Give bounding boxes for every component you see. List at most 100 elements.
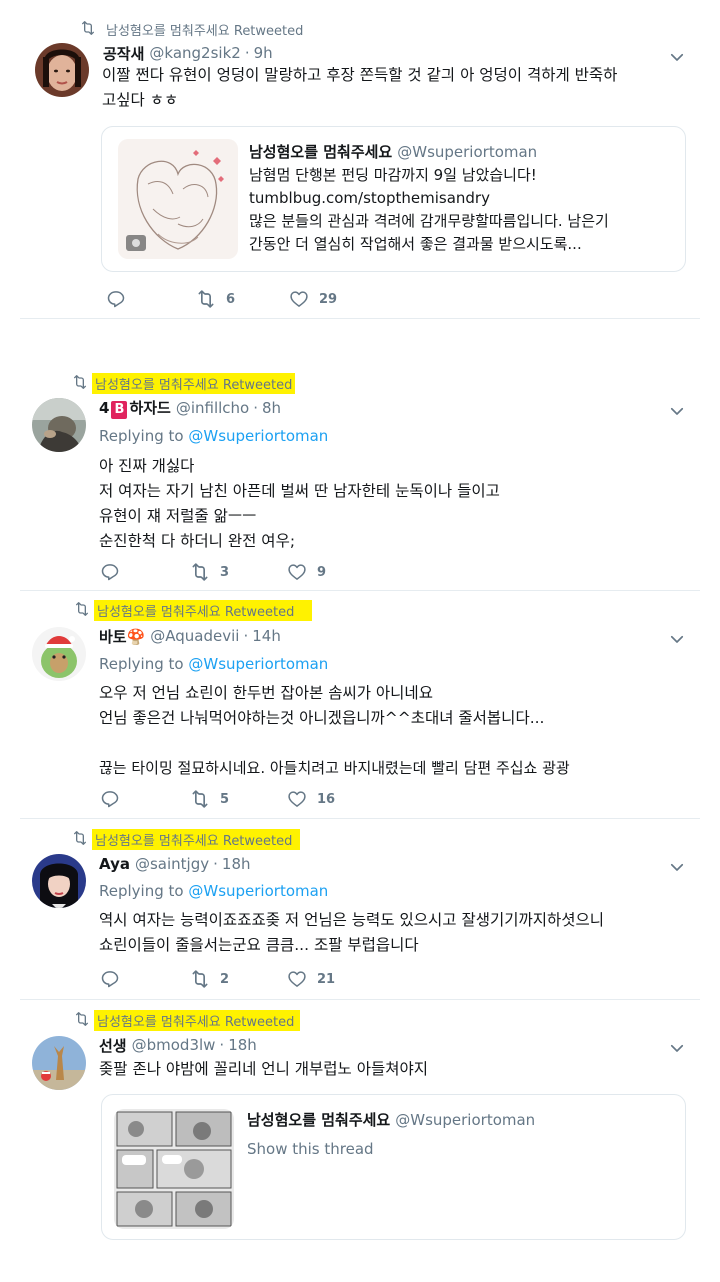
- chevron-down-icon[interactable]: [668, 402, 686, 420]
- retweeted-indicator: 남성혐오를 멈춰주세요 Retweeted: [94, 1009, 301, 1031]
- timestamp[interactable]: 8h: [262, 399, 281, 417]
- retweeted-label: 남성혐오를 멈춰주세요 Retweeted: [94, 1009, 301, 1031]
- like-button[interactable]: 9: [287, 562, 326, 582]
- avatar[interactable]: [32, 1036, 86, 1090]
- retweet-button[interactable]: 2: [190, 969, 229, 989]
- avatar[interactable]: [32, 627, 86, 681]
- card-user-handle: @Wsuperiortoman: [395, 1111, 536, 1129]
- avatar[interactable]: [32, 854, 86, 908]
- retweet-button[interactable]: 5: [190, 789, 229, 809]
- display-name[interactable]: 공작새: [103, 43, 144, 64]
- heart-icon: [287, 969, 307, 989]
- chevron-down-icon[interactable]: [668, 630, 686, 648]
- retweet-icon: [74, 601, 90, 617]
- chevron-down-icon[interactable]: [668, 858, 686, 876]
- separator-dot: ·: [219, 1036, 225, 1054]
- reply-button[interactable]: [106, 289, 126, 309]
- tweet-text-line: 좆팔 존나 야밤에 꼴리네 언니 개부럽노 아들쳐야지: [99, 1060, 429, 1078]
- timestamp[interactable]: 18h: [222, 855, 251, 873]
- retweet-icon: [74, 1011, 90, 1027]
- replying-handle-link[interactable]: @Wsuperiortoman: [188, 427, 328, 445]
- heart-icon: [287, 562, 307, 582]
- chevron-down-icon[interactable]: [668, 1039, 686, 1057]
- display-name[interactable]: Aya: [99, 855, 130, 873]
- user-handle[interactable]: @Aquadevii: [150, 627, 239, 645]
- reply-icon: [100, 789, 120, 809]
- display-name[interactable]: 4 B 하자드: [99, 397, 171, 419]
- retweeted-indicator: 남성혐오를 멈춰주세요 Retweeted: [92, 372, 296, 394]
- like-count: 9: [317, 564, 327, 580]
- display-name[interactable]: 바토🍄: [99, 626, 145, 647]
- retweeted-label: 남성혐오를 멈춰주세요 Retweeted: [94, 599, 313, 621]
- card-user-handle: @Wsuperiortoman: [397, 143, 538, 161]
- separator-dot: ·: [243, 627, 249, 645]
- retweet-icon: [196, 289, 216, 309]
- divider: [20, 999, 700, 1000]
- timestamp[interactable]: 18h: [228, 1036, 257, 1054]
- quoted-tweet-card[interactable]: 남성혐오를 멈춰주세요 @Wsuperiortoman Show this thr…: [101, 1094, 686, 1240]
- reply-button[interactable]: [100, 562, 120, 582]
- tweet-text-line: 고싶다 ㅎㅎ: [102, 91, 179, 109]
- tweet-actions: 3 9: [100, 562, 400, 584]
- avatar[interactable]: [35, 43, 89, 97]
- reply-button[interactable]: [100, 969, 120, 989]
- reply-button[interactable]: [100, 789, 120, 809]
- timestamp[interactable]: 9h: [254, 44, 273, 62]
- like-button[interactable]: 29: [289, 289, 337, 309]
- retweet-count: 2: [220, 971, 230, 987]
- heart-icon: [289, 289, 309, 309]
- card-thumbnail[interactable]: [114, 1109, 234, 1229]
- card-text-line: 간동안 더 열심히 작업해서 좋은 결과물 받으시도록...: [249, 235, 582, 253]
- tweet-text-line: 역시 여자는 능력이죠죠죠좆 저 언님은 능력도 있으시고 잘생기기까지하셧으니: [99, 911, 605, 929]
- tweet-text: 역시 여자는 능력이죠죠죠좆 저 언님은 능력도 있으시고 잘생기기까지하셧으니…: [99, 908, 689, 958]
- display-name-text: 하자드: [129, 399, 171, 417]
- avatar[interactable]: [32, 398, 86, 452]
- tweet-actions: 6 29: [106, 289, 406, 311]
- retweeted-label: 남성혐오를 멈춰주세요 Retweeted: [92, 828, 301, 850]
- retweet-icon: [72, 374, 88, 390]
- card-body: 남성혐오를 멈춰주세요 @Wsuperiortoman 남혐멈 단행본 펀딩 마감…: [249, 141, 673, 256]
- divider: [20, 318, 700, 319]
- retweet-count: 5: [220, 791, 230, 807]
- retweet-icon: [72, 830, 88, 846]
- replying-handle-link[interactable]: @Wsuperiortoman: [188, 655, 328, 673]
- card-text-line: 남혐멈 단행본 펀딩 마감까지 9일 남았습니다!: [249, 166, 537, 184]
- tweet-text: 이짤 쩐다 유현이 엉덩이 말랑하고 후장 쫀득할 것 같긔 아 엉덩이 격하게…: [102, 63, 692, 113]
- show-thread-link[interactable]: Show this thread: [247, 1138, 673, 1161]
- card-display-name: 남성혐오를 멈춰주세요: [249, 143, 393, 161]
- tweet-text: 좆팔 존나 야밤에 꼴리네 언니 개부럽노 아들쳐야지: [99, 1057, 689, 1082]
- like-button[interactable]: 16: [287, 789, 335, 809]
- retweet-button[interactable]: 6: [196, 289, 235, 309]
- reply-icon: [106, 289, 126, 309]
- like-count: 29: [319, 291, 338, 307]
- card-header: 남성혐오를 멈춰주세요 @Wsuperiortoman: [249, 141, 673, 164]
- replying-handle-link[interactable]: @Wsuperiortoman: [188, 882, 328, 900]
- user-handle[interactable]: @kang2sik2: [149, 44, 240, 62]
- replying-to: Replying to @Wsuperiortoman: [99, 882, 328, 900]
- card-link[interactable]: tumblbug.com/stopthemisandry: [249, 187, 673, 210]
- user-handle[interactable]: @saintjgy: [135, 855, 209, 873]
- display-name[interactable]: 선생: [99, 1035, 127, 1056]
- retweet-button[interactable]: 3: [190, 562, 229, 582]
- retweeted-label: 남성혐오를 멈춰주세요 Retweeted: [106, 23, 304, 39]
- user-handle[interactable]: @infillcho: [176, 399, 249, 417]
- replying-to: Replying to @Wsuperiortoman: [99, 427, 328, 445]
- tweet-actions: 5 16: [100, 789, 400, 811]
- tweet-text-line: 오우 저 언님 쇼린이 한두번 잡아본 솜씨가 아니네요: [99, 684, 433, 702]
- tweet-text-line: [99, 731, 689, 756]
- timestamp[interactable]: 14h: [252, 627, 281, 645]
- tweet-header: 바토🍄 @Aquadevii · 14h: [99, 625, 281, 647]
- retweeted-indicator: 남성혐오를 멈춰주세요 Retweeted: [92, 828, 301, 850]
- card-display-name: 남성혐오를 멈춰주세요: [247, 1111, 391, 1129]
- separator-dot: ·: [253, 399, 259, 417]
- card-thumbnail[interactable]: [118, 139, 238, 259]
- separator-dot: ·: [244, 44, 250, 62]
- tweet-text-line: 끊는 타이밍 절묘하시네요. 아들치려고 바지내렸는데 빨리 담편 주십쇼 광광: [99, 759, 570, 777]
- tweet-header: 공작새 @kang2sik2 · 9h: [103, 42, 273, 64]
- like-button[interactable]: 21: [287, 969, 335, 989]
- retweet-icon: [190, 562, 210, 582]
- user-handle[interactable]: @bmod3lw: [132, 1036, 216, 1054]
- retweet-count: 3: [220, 564, 230, 580]
- retweeted-label: 남성혐오를 멈춰주세요 Retweeted: [92, 372, 296, 394]
- quoted-tweet-card[interactable]: 남성혐오를 멈춰주세요 @Wsuperiortoman 남혐멈 단행본 펀딩 마감…: [101, 126, 686, 272]
